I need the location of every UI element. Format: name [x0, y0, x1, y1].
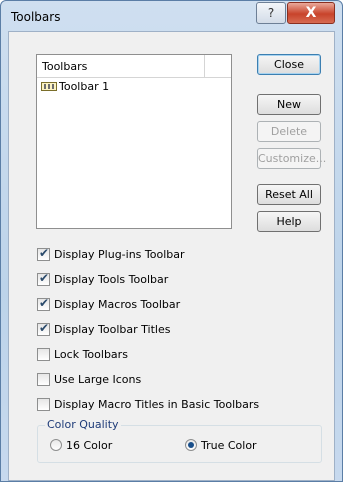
checkbox-box[interactable] [37, 398, 50, 411]
checkbox-box[interactable]: ✔ [37, 271, 50, 286]
question-icon: ? [267, 6, 275, 20]
checkbox-label: Display Tools Toolbar [54, 273, 169, 286]
list-item-label: Toolbar 1 [59, 80, 110, 93]
color-quality-group: Color Quality 16 Color True Color [37, 418, 322, 463]
radio-label: True Color [201, 439, 257, 452]
checkbox-label: Use Large Icons [54, 373, 142, 386]
color-quality-legend: Color Quality [45, 418, 121, 431]
help-button[interactable]: Help [257, 211, 321, 232]
checkbox-box[interactable] [37, 348, 50, 361]
checkmark-icon: ✔ [39, 246, 50, 260]
dialog-body: Toolbars Toolbar 1 Close New Delete Cust… [8, 31, 335, 481]
list-header: Toolbars [37, 55, 231, 78]
checkbox-label: Lock Toolbars [54, 348, 128, 361]
toolbars-dialog: Toolbars ? X Toolbars Toolbar 1 Close Ne… [0, 0, 343, 482]
checkbox-box[interactable] [37, 373, 50, 386]
checkmark-icon: ✔ [39, 321, 50, 335]
close-button[interactable]: Close [257, 54, 321, 75]
column-header-label: Toolbars [42, 60, 88, 73]
toolbars-listbox[interactable]: Toolbars Toolbar 1 [36, 54, 232, 229]
column-header-toolbars[interactable]: Toolbars [37, 55, 205, 77]
checkbox-box[interactable]: ✔ [37, 296, 50, 311]
checkbox-label: Display Macros Toolbar [54, 298, 181, 311]
checkmark-icon: ✔ [39, 296, 50, 310]
toolbar-icon [41, 82, 57, 91]
radio-dot-selected[interactable] [185, 439, 197, 451]
checkbox-box[interactable]: ✔ [37, 246, 50, 261]
checkmark-icon: ✔ [39, 271, 50, 285]
title-close-button[interactable]: X [287, 2, 335, 24]
title-bar[interactable]: Toolbars ? X [1, 1, 342, 31]
customize-button[interactable]: Customize... [257, 148, 326, 169]
close-icon: X [305, 5, 317, 21]
reset-all-button[interactable]: Reset All [257, 184, 321, 205]
radio-dot[interactable] [50, 439, 62, 451]
delete-button[interactable]: Delete [257, 121, 321, 142]
checkbox-label: Display Toolbar Titles [54, 323, 171, 336]
title-help-button[interactable]: ? [256, 2, 286, 24]
radio-label: 16 Color [66, 439, 113, 452]
checkbox-box[interactable]: ✔ [37, 321, 50, 336]
window-title: Toolbars [11, 10, 61, 24]
checkbox-label: Display Macro Titles in Basic Toolbars [54, 398, 260, 411]
checkbox-label: Display Plug-ins Toolbar [54, 248, 185, 261]
new-button[interactable]: New [257, 94, 321, 115]
